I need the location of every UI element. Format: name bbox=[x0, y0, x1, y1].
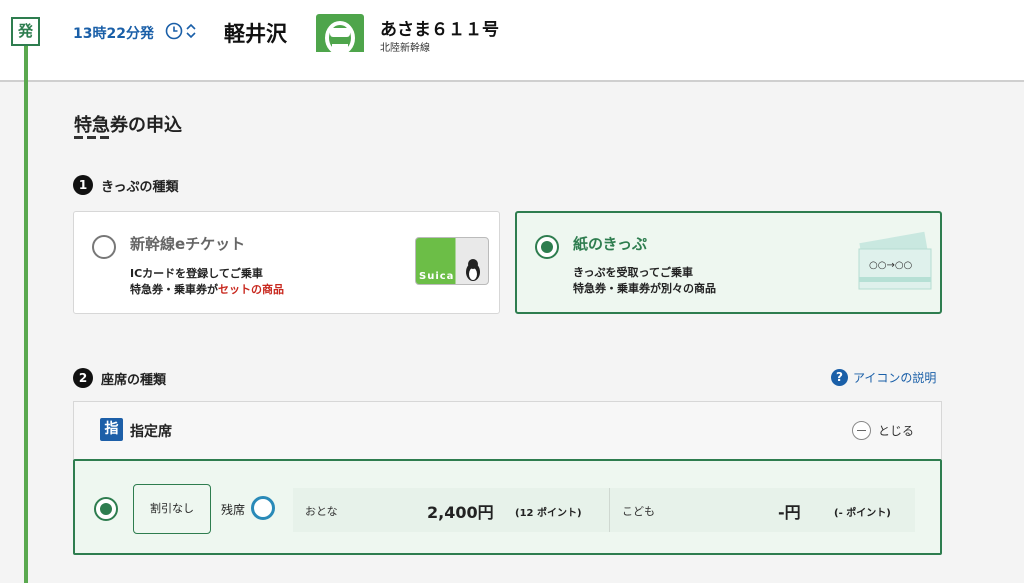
adult-label: おとな bbox=[305, 505, 338, 518]
step2-label: 座席の種類 bbox=[101, 372, 167, 388]
eticket-highlight: セットの商品 bbox=[218, 283, 284, 296]
availability-circle-icon bbox=[251, 496, 275, 520]
paper-ticket-title: 紙のきっぷ bbox=[573, 235, 647, 253]
clock-icon[interactable] bbox=[165, 22, 183, 40]
child-price: -円 bbox=[778, 503, 801, 522]
penguin-icon bbox=[466, 259, 480, 281]
suica-card-image: Suica bbox=[415, 237, 489, 285]
seat-class-header: 指 指定席 とじる bbox=[73, 401, 942, 459]
icon-help-label: アイコンの説明 bbox=[853, 371, 937, 385]
child-points: (- ポイント) bbox=[834, 508, 891, 519]
step-number-2: 2 bbox=[73, 368, 93, 388]
paper-ticket-option-card[interactable]: 紙のきっぷ きっぷを受取ってご乗車 特急券・乗車券が別々の商品 ○○→○○ bbox=[515, 211, 942, 314]
station-name: 軽井沢 bbox=[224, 22, 287, 46]
paper-ticket-desc-line1: きっぷを受取ってご乗車 bbox=[573, 266, 694, 279]
eticket-desc-line2: 特急券・乗車券がセットの商品 bbox=[130, 283, 284, 296]
paper-ticket-image: ○○→○○ bbox=[857, 231, 937, 295]
fare-option-row[interactable]: 割引なし 残席 おとな 2,400円 (12 ポイント) こども -円 (- ポ… bbox=[73, 459, 942, 555]
seat-class-title: 指定席 bbox=[130, 424, 172, 440]
paper-ticket-desc-line2: 特急券・乗車券が別々の商品 bbox=[573, 282, 716, 295]
train-logo bbox=[316, 14, 364, 52]
availability-label: 残席 bbox=[221, 503, 246, 517]
step1-label: きっぷの種類 bbox=[101, 179, 179, 195]
train-line: 北陸新幹線 bbox=[380, 43, 430, 54]
train-name: あさま６１１号 bbox=[380, 20, 499, 40]
paper-ticket-route-text: ○○→○○ bbox=[869, 260, 913, 271]
eticket-desc-line1: ICカードを登録してご乗車 bbox=[130, 267, 263, 280]
paper-ticket-radio[interactable] bbox=[535, 235, 559, 259]
title-underline bbox=[74, 136, 110, 139]
icon-help-link[interactable]: ? アイコンの説明 bbox=[831, 369, 936, 386]
adult-points: (12 ポイント) bbox=[515, 508, 582, 519]
suica-card-text: Suica bbox=[419, 271, 455, 282]
adult-price: 2,400円 bbox=[427, 503, 494, 522]
sort-updown-icon[interactable] bbox=[185, 22, 197, 40]
eticket-radio[interactable] bbox=[92, 235, 116, 259]
train-header: 13時22分発 軽井沢 あさま６１１号 北陸新幹線 bbox=[0, 0, 1024, 82]
fare-radio[interactable] bbox=[94, 497, 118, 521]
child-label: こども bbox=[622, 505, 655, 518]
collapse-button[interactable]: とじる bbox=[852, 421, 914, 440]
step2-heading: 2 座席の種類 bbox=[73, 368, 166, 388]
route-line bbox=[24, 44, 28, 583]
minus-circle-icon bbox=[852, 421, 871, 440]
adult-fare-cell: おとな 2,400円 (12 ポイント) bbox=[293, 488, 609, 532]
discount-button[interactable]: 割引なし bbox=[133, 484, 211, 534]
departure-badge: 発 bbox=[11, 17, 40, 46]
page-title: 特急券の申込 bbox=[74, 115, 182, 136]
step-number-1: 1 bbox=[73, 175, 93, 195]
reserved-seat-icon: 指 bbox=[100, 418, 123, 441]
eticket-option-card[interactable]: 新幹線eチケット ICカードを登録してご乗車 特急券・乗車券がセットの商品 Su… bbox=[73, 211, 500, 314]
eticket-title: 新幹線eチケット bbox=[130, 235, 246, 253]
collapse-label: とじる bbox=[878, 424, 915, 438]
departure-time: 13時22分発 bbox=[73, 26, 154, 42]
child-fare-cell: こども -円 (- ポイント) bbox=[610, 488, 915, 532]
question-icon: ? bbox=[831, 369, 848, 386]
step1-heading: 1 きっぷの種類 bbox=[73, 175, 178, 195]
